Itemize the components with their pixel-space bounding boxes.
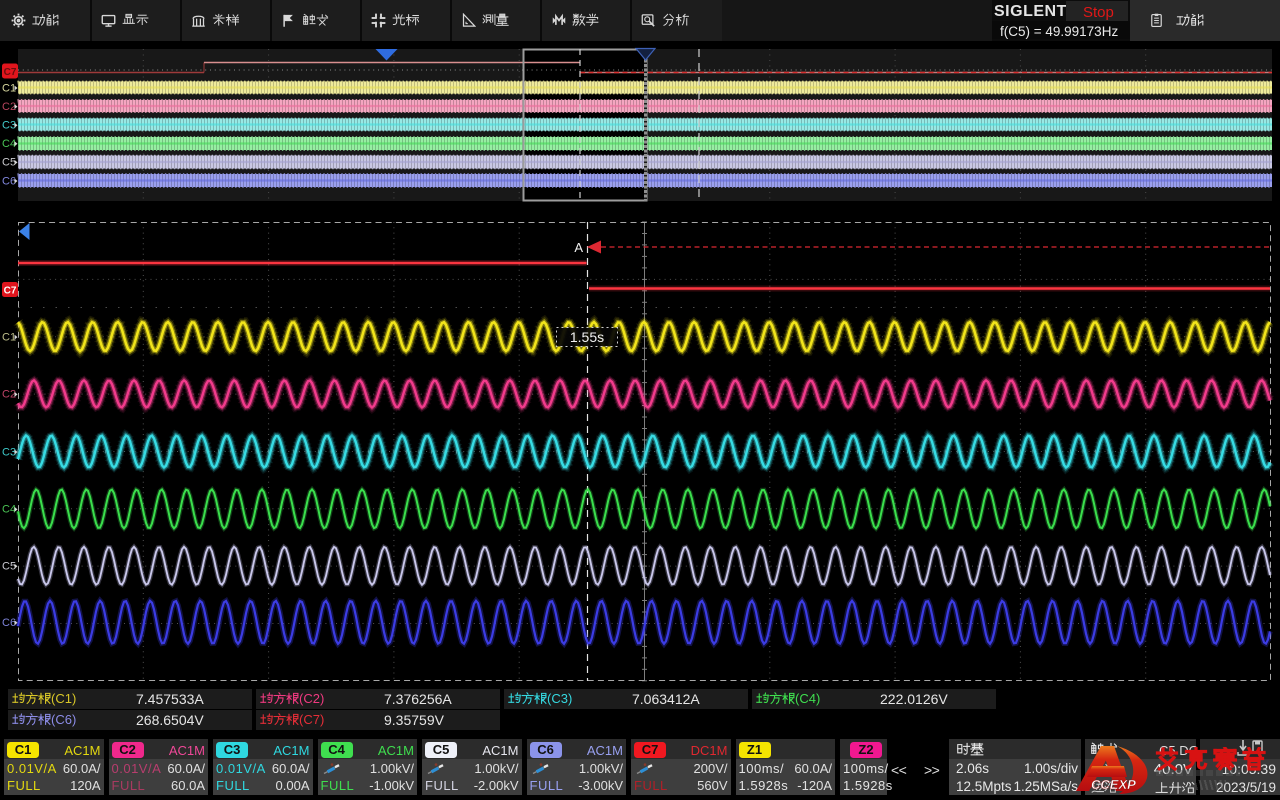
svg-text:C6: C6 [2,175,16,187]
svg-text:C1: C1 [2,331,16,343]
svg-text:C4: C4 [2,504,16,516]
svg-text:C3: C3 [2,120,16,132]
svg-text:C7: C7 [4,67,17,78]
svg-text:C5: C5 [2,157,16,169]
svg-text:A: A [574,240,583,255]
svg-text:C4: C4 [2,138,16,150]
svg-text:C6: C6 [2,617,16,629]
svg-text:1.55s: 1.55s [570,329,604,345]
svg-text:C2: C2 [2,389,16,401]
svg-text:C2: C2 [2,101,16,113]
svg-text:C1: C1 [2,82,16,94]
svg-text:C7: C7 [4,286,17,297]
svg-text:C5: C5 [2,561,16,573]
svg-text:C3: C3 [2,446,16,458]
